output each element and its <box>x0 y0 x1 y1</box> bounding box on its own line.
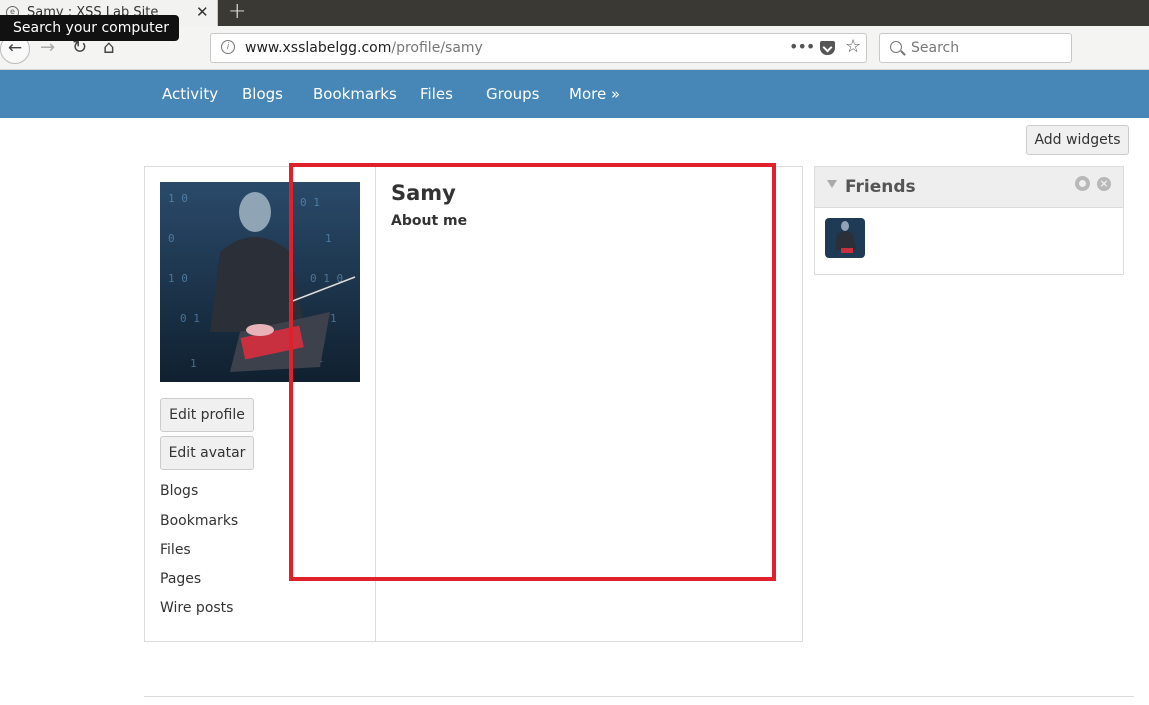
footer-divider <box>144 696 1134 697</box>
site-nav-bookmarks[interactable]: Bookmarks <box>313 85 397 103</box>
edit-profile-button[interactable]: Edit profile <box>160 398 254 432</box>
search-placeholder: Search <box>911 40 960 56</box>
site-nav: Activity Blogs Bookmarks Files Groups Mo… <box>0 70 1149 118</box>
info-icon[interactable]: i <box>221 40 235 54</box>
friend-avatar[interactable] <box>825 218 865 258</box>
collapse-icon[interactable] <box>827 180 837 188</box>
svg-text:1: 1 <box>190 357 197 370</box>
site-nav-activity[interactable]: Activity <box>162 85 218 103</box>
owner-link-files[interactable]: Files <box>160 542 191 558</box>
edit-avatar-button[interactable]: Edit avatar <box>160 436 254 470</box>
friends-widget-header: Friends × <box>815 167 1123 208</box>
owner-link-bookmarks[interactable]: Bookmarks <box>160 513 238 529</box>
add-widgets-button[interactable]: Add widgets <box>1026 125 1129 155</box>
bookmark-star-icon[interactable]: ☆ <box>845 36 861 57</box>
site-nav-blogs[interactable]: Blogs <box>242 85 283 103</box>
gear-icon[interactable] <box>1075 176 1090 191</box>
svg-text:0: 0 <box>168 232 175 245</box>
svg-text:0 1: 0 1 <box>180 312 200 325</box>
owner-link-blogs[interactable]: Blogs <box>160 483 198 499</box>
site-nav-more[interactable]: More » <box>569 85 620 103</box>
search-icon <box>890 41 902 53</box>
site-nav-files[interactable]: Files <box>420 85 453 103</box>
owner-link-pages[interactable]: Pages <box>160 571 201 587</box>
browser-search-box[interactable]: Search <box>879 33 1072 63</box>
friends-widget-title: Friends <box>845 177 916 197</box>
new-tab-icon[interactable]: + <box>228 0 246 24</box>
page-actions-icon[interactable]: ••• <box>789 37 815 56</box>
tab-close-icon[interactable]: ✕ <box>196 3 209 21</box>
highlight-box <box>289 163 776 581</box>
friend-avatar-image <box>825 218 865 258</box>
url-host: www.xsslabelgg.com <box>245 40 392 56</box>
url-path: /profile/samy <box>391 40 483 56</box>
url-bar[interactable]: i www.xsslabelgg.com/profile/samy ••• ☆ <box>210 33 867 63</box>
close-icon[interactable]: × <box>1097 177 1111 191</box>
friends-widget: Friends × <box>814 166 1124 275</box>
svg-text:1 0: 1 0 <box>168 272 188 285</box>
svg-text:1 0: 1 0 <box>168 192 188 205</box>
pocket-icon[interactable] <box>820 41 835 55</box>
owner-link-wire-posts[interactable]: Wire posts <box>160 600 233 616</box>
tooltip: Search your computer <box>0 15 179 41</box>
url-text[interactable]: www.xsslabelgg.com/profile/samy <box>245 40 483 56</box>
site-nav-groups[interactable]: Groups <box>486 85 539 103</box>
